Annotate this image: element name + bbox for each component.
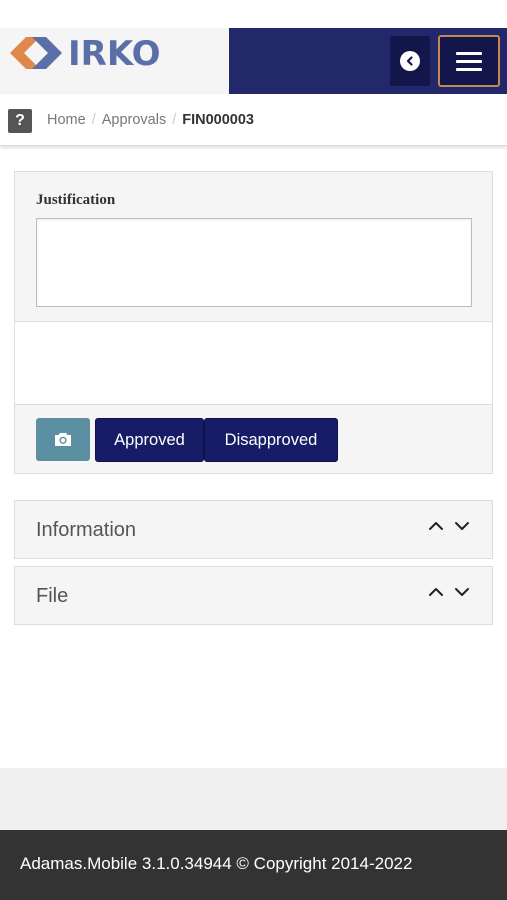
justification-section: Justification [15,172,492,322]
hamburger-menu-icon [456,59,482,63]
camera-icon [55,433,71,446]
information-section-title: Information [36,519,137,541]
approved-button[interactable]: Approved [95,418,204,462]
status-bar-area [0,0,507,28]
file-section-header[interactable]: File [14,566,493,625]
justification-label: Justification [36,192,116,208]
footer: Adamas.Mobile 3.1.0.34944 © Copyright 20… [0,830,507,900]
file-section-title: File [36,585,69,607]
action-bar: Approved Disapproved [15,404,492,473]
footer-spacer [0,768,507,830]
approval-panel: Justification Approved Disapproved [14,171,493,474]
app-header: IRKO [0,28,507,94]
breadcrumb-current: FIN000003 [182,112,254,128]
header-nav [229,28,507,94]
expand-collapse-icon[interactable] [428,518,472,534]
camera-button[interactable] [36,418,90,461]
hamburger-menu-icon [456,51,482,55]
breadcrumb: ? Home / Approvals / FIN000003 [0,94,507,146]
breadcrumb-approvals-link[interactable]: Approvals [102,112,166,128]
attachment-area [15,322,492,404]
hamburger-menu-button[interactable] [438,35,500,87]
disapproved-button[interactable]: Disapproved [204,418,338,462]
breadcrumb-separator: / [91,112,96,128]
breadcrumb-separator: / [172,112,177,128]
expand-collapse-icon[interactable] [428,584,472,600]
hamburger-menu-icon [456,67,482,71]
back-button[interactable] [390,36,430,86]
logo[interactable]: IRKO [0,28,229,94]
irko-logo-icon [10,37,62,69]
breadcrumb-trail: Home / Approvals / FIN000003 [47,112,254,128]
logo-text: IRKO [68,34,161,74]
chevron-left-circle-icon [400,51,420,71]
breadcrumb-home-link[interactable]: Home [47,112,86,128]
copyright-text: Adamas.Mobile 3.1.0.34944 © Copyright 20… [20,854,413,873]
help-icon[interactable]: ? [8,109,32,133]
information-section-header[interactable]: Information [14,500,493,559]
justification-input[interactable] [36,218,472,307]
